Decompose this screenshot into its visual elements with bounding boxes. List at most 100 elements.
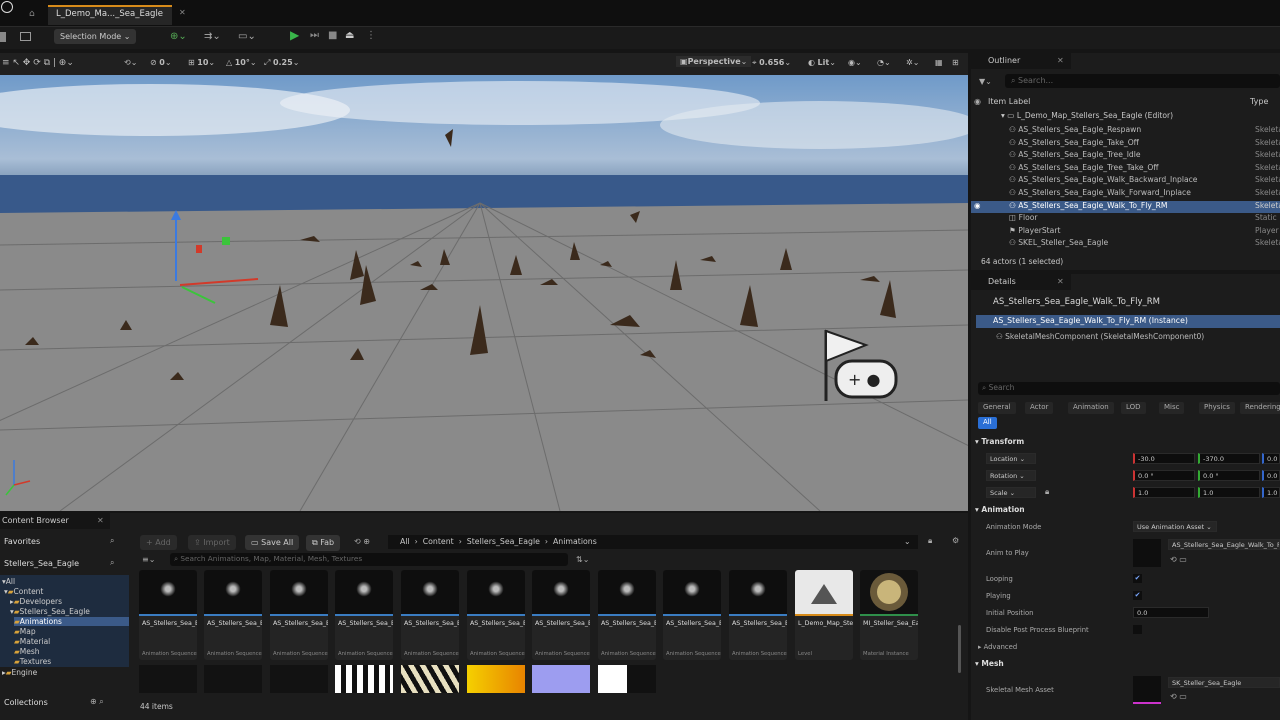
texture-tile[interactable] (335, 665, 393, 693)
scale-dropdown[interactable]: Scale ⌄ (986, 487, 1036, 498)
breadcrumb-dropdown-icon[interactable]: ⌄ (904, 537, 911, 546)
show-icon[interactable]: ◉⌄ (848, 58, 862, 67)
favorites-search-icon[interactable]: ⌕ (110, 536, 114, 546)
cinematics-icon[interactable]: ▭⌄ (238, 31, 256, 42)
lock-icon[interactable]: 🔒︎ (1045, 487, 1049, 497)
close-tab-icon[interactable]: ✕ (179, 8, 186, 17)
tree-item[interactable]: ▸▰Engine (2, 668, 37, 677)
initial-position-field[interactable]: 0.0 (1133, 607, 1209, 618)
details-search[interactable]: ⌕ Search (978, 382, 1280, 395)
outliner-row[interactable]: ◫ Floor Static (971, 213, 1280, 226)
location-dropdown[interactable]: Location ⌄ (986, 453, 1036, 464)
perspective-dropdown[interactable]: ▣Perspective⌄ (676, 56, 752, 67)
outliner-row[interactable]: ⚇ AS_Stellers_Sea_Eagle_Tree_IdleSkeleta (971, 150, 1280, 163)
stats-icon[interactable]: ◔⌄ (877, 58, 891, 67)
close-outliner-icon[interactable]: ✕ (1057, 56, 1064, 65)
play-button[interactable]: ▶ (290, 28, 299, 42)
tree-item[interactable]: ▾All (2, 577, 15, 586)
breadcrumb-item[interactable]: All (400, 537, 410, 546)
rotation-dropdown[interactable]: Rotation ⌄ (986, 470, 1036, 481)
eye-icon[interactable]: ◉ (974, 97, 981, 106)
details-instance-row[interactable]: AS_Stellers_Sea_Eagle_Walk_To_Fly_RM (In… (976, 315, 1280, 328)
lit-dropdown[interactable]: ◐ Lit⌄ (808, 58, 836, 67)
rotation-x[interactable]: 0.0 ° (1133, 470, 1195, 481)
anim-mode-dropdown[interactable]: Use Animation Asset ⌄ (1133, 521, 1217, 532)
cb-scrollbar[interactable] (958, 625, 961, 673)
settings-icon[interactable]: ✲⌄ (906, 58, 919, 67)
texture-tile[interactable] (467, 665, 525, 693)
close-details-icon[interactable]: ✕ (1057, 277, 1064, 286)
import-button[interactable]: ⇪ Import (188, 535, 236, 550)
eject-icon[interactable]: ⏏ (345, 30, 354, 41)
breadcrumb-item[interactable]: Animations (553, 537, 597, 546)
add-button[interactable]: + Add (140, 535, 177, 550)
lock-cb-icon[interactable]: 🔒︎ (928, 536, 932, 546)
tree-item[interactable]: ▰Map (14, 627, 36, 636)
home-icon[interactable]: ⌂ (29, 9, 35, 19)
tab-general[interactable]: General (978, 402, 1016, 414)
asset-tile[interactable]: AS_Stellers_Sea_Eagle_Reborn Animation Se… (270, 570, 328, 660)
tab-animation[interactable]: Animation (1068, 402, 1114, 414)
outliner-row[interactable]: ⚇ SKEL_Steller_Sea_EagleSkeleta (971, 238, 1280, 251)
tree-item[interactable]: ▰Material (14, 637, 50, 646)
add-actor-icon[interactable]: ⊕⌄ (170, 31, 187, 42)
filter-cb-icon[interactable]: ≡⌄ (142, 555, 155, 564)
outliner-row[interactable]: ⚇ AS_Stellers_Sea_Eagle_Walk_Forward_Inp… (971, 188, 1280, 201)
tree-item[interactable]: ▾▰Content (4, 587, 43, 596)
project-header[interactable]: Stellers_Sea_Eagle (4, 559, 79, 568)
stop-icon[interactable]: ■ (328, 30, 337, 41)
mesh-browse-icon[interactable]: ⟲ ▭ (1170, 692, 1187, 701)
rotate-snap-icon[interactable]: ⟲⌄ (124, 58, 137, 67)
tab-physics[interactable]: Physics (1199, 402, 1235, 414)
rotation-y[interactable]: 0.0 ° (1198, 470, 1260, 481)
disable-pp-checkbox[interactable] (1133, 625, 1142, 634)
playing-checkbox[interactable]: ✔ (1133, 591, 1142, 600)
col-item-label[interactable]: Item Label (988, 97, 1030, 106)
tree-item-selected[interactable]: ▰Animations (14, 617, 129, 626)
texture-tile[interactable] (401, 665, 459, 693)
asset-tile[interactable]: AS_Stellers_Sea_Eagle_Walk_To_Fly_RM Anim… (729, 570, 787, 660)
asset-search[interactable]: ⌕ Search Animations, Map, Material, Mesh… (170, 553, 568, 566)
outliner-root[interactable]: ▾ ▭ L_Demo_Map_Stellers_Sea_Eagle (Edito… (1001, 111, 1173, 120)
mesh-section[interactable]: ▾ Mesh (975, 659, 1004, 668)
skel-mesh-dropdown[interactable]: SK_Steller_Sea_Eagle (1168, 677, 1280, 688)
save-icon[interactable] (0, 32, 6, 42)
more-options-icon[interactable]: ⋮ (366, 30, 376, 41)
scale-z[interactable]: 1.0 (1262, 487, 1280, 498)
selection-mode-dropdown[interactable]: Selection Mode ⌄ (54, 29, 137, 44)
level-tab[interactable]: L_Demo_Ma..._Sea_Eagle (48, 5, 172, 25)
step-icon[interactable]: ⏭ (310, 30, 319, 41)
level-viewport[interactable]: + ● (0, 75, 968, 511)
browse-icon[interactable]: ⟲ ▭ (1170, 555, 1187, 564)
close-cb-icon[interactable]: ✕ (97, 516, 104, 525)
asset-tile[interactable]: AS_Stellers_Sea_Eagle_Take_Off Animation … (401, 570, 459, 660)
breadcrumb-item[interactable]: Stellers_Sea_Eagle (467, 537, 540, 546)
location-y[interactable]: -370.0 (1198, 453, 1260, 464)
save-all-button[interactable]: ▭ Save All (245, 535, 300, 550)
grid-snap-b[interactable]: ⊞ 10⌄ (188, 58, 215, 67)
outliner-row-selected[interactable]: ◉ ⚇ AS_Stellers_Sea_Eagle_Walk_To_Fly_RM S… (971, 200, 1280, 214)
asset-tile[interactable]: AS_Stellers_Sea_Eagle_Land_on_Tree Animat… (204, 570, 262, 660)
add-collection-icon[interactable]: ⊕ ⌕ (90, 697, 104, 707)
content-icon[interactable] (20, 32, 31, 41)
maximize-icon[interactable]: ⊞ (952, 58, 959, 67)
sort-icon[interactable]: ⇅⌄ (576, 555, 589, 564)
advanced-toggle[interactable]: ▸ Advanced (978, 643, 1017, 651)
anim-to-play-dropdown[interactable]: AS_Stellers_Sea_Eagle_Walk_To_Fl (1168, 539, 1280, 550)
animation-section[interactable]: ▾ Animation (975, 505, 1025, 514)
asset-tile[interactable]: AS_Stellers_Sea_Eagle_Tree_Idle Animation… (467, 570, 525, 660)
col-type[interactable]: Type (1250, 97, 1268, 106)
project-search-icon[interactable]: ⌕ (110, 558, 114, 568)
rotation-snap[interactable]: △ 10°⌄ (226, 58, 257, 67)
tab-all[interactable]: All (978, 417, 997, 429)
scale-x[interactable]: 1.0 (1133, 487, 1195, 498)
details-component-row[interactable]: ⚇ SkeletalMeshComponent (SkeletalMeshCom… (996, 332, 1204, 341)
outliner-row[interactable]: ⚇ AS_Stellers_Sea_Eagle_RespawnSkeleta (971, 125, 1280, 138)
asset-tile[interactable]: L_Demo_Map_Stellers_Sea_Eagle Level (795, 570, 853, 660)
asset-tile[interactable]: AS_Stellers_Sea_Eagle_Walk_Backward_... A… (598, 570, 656, 660)
favorites-header[interactable]: Favorites (4, 537, 40, 546)
tree-item[interactable]: ▰Textures (14, 657, 51, 666)
tab-actor[interactable]: Actor (1025, 402, 1054, 414)
asset-tile[interactable]: AS_Stellers_Sea_Eagle_Tree_Take_Off Anima… (532, 570, 590, 660)
asset-tile-partial[interactable] (204, 665, 262, 693)
